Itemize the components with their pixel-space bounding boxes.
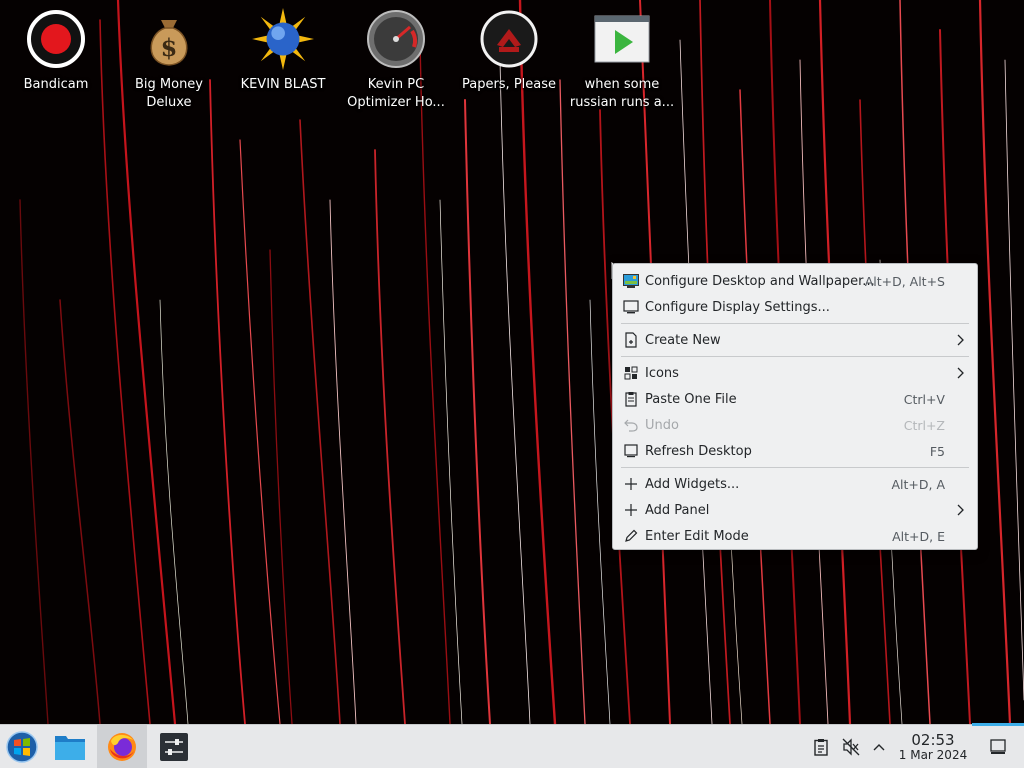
menu-item-icons[interactable]: Icons [613,360,977,386]
menu-item-shortcut: Ctrl+V [903,391,945,407]
chevron-right-icon [957,367,964,379]
money-bag-icon: $ [138,8,200,70]
menu-item-paste-one-file[interactable]: Paste One File Ctrl+V [613,386,977,412]
menu-item-add-widgets[interactable]: Add Widgets... Alt+D, A [613,471,977,497]
chevron-right-icon [957,504,964,516]
menu-separator [621,356,969,357]
pencil-icon [623,528,639,544]
desktop-icon-label: Kevin PC Optimizer Ho... [347,77,445,110]
tray-volume[interactable] [838,725,864,768]
show-desktop-button[interactable] [982,725,1014,768]
menu-item-shortcut: Alt+D, A [891,476,945,492]
menu-item-refresh-desktop[interactable]: Refresh Desktop F5 [613,438,977,464]
desktop-icon-kevin-blast[interactable]: KEVIN BLAST [227,8,339,94]
menu-item-label: Configure Display Settings... [645,299,830,315]
menu-item-shortcut: F5 [929,443,945,459]
desktop-icon-bandicam[interactable]: Bandicam [0,8,112,94]
desktop-icon-label: Big Money Deluxe [134,77,203,110]
menu-item-enter-edit-mode[interactable]: Enter Edit Mode Alt+D, E [613,523,977,549]
file-manager-icon [55,735,85,760]
menu-item-configure-desktop[interactable]: Configure Desktop and Wallpaper... Alt+D… [613,268,977,294]
menu-item-label: Refresh Desktop [645,443,752,459]
taskbar-mixer-settings[interactable] [152,725,196,768]
menu-item-shortcut: Alt+D, Alt+S [864,273,945,289]
taskbar-file-manager[interactable] [48,725,92,768]
menu-item-label: Icons [645,365,679,381]
display-icon [623,299,639,315]
mixer-settings-icon [160,732,188,761]
menu-item-shortcut: Ctrl+Z [903,417,945,433]
menu-item-label: Add Panel [645,502,710,518]
wallpaper-icon [623,273,639,289]
video-play-icon [591,8,653,70]
menu-item-configure-display[interactable]: Configure Display Settings... [613,294,977,320]
speedometer-icon [365,8,427,70]
menu-item-label: Add Widgets... [645,476,740,492]
show-desktop-icon [990,738,1006,754]
chevron-up-icon [873,743,885,750]
chevron-right-icon [957,334,964,346]
plus-icon [623,476,639,492]
desktop[interactable]: Bandicam $ Big Money Deluxe KEVIN BLAST … [0,0,1024,768]
taskbar: 02:53 1 Mar 2024 [0,723,1024,768]
desktop-icon-label: Papers, Please [461,77,557,92]
menu-separator [621,323,969,324]
taskbar-firefox[interactable] [97,725,147,768]
papers-please-emblem-icon [478,8,540,70]
clock-date[interactable]: 1 Mar 2024 [894,748,972,762]
start-menu-orb-icon [6,730,38,763]
menu-item-label: Paste One File [645,391,737,407]
menu-separator [621,467,969,468]
plus-icon [623,502,639,518]
desktop-icon-label: Bandicam [23,77,89,92]
clock-time[interactable]: 02:53 [900,731,966,749]
tray-expand[interactable] [866,725,892,768]
start-menu-button[interactable] [0,725,44,768]
menu-item-label: Undo [645,417,679,433]
firefox-icon [108,732,136,761]
volume-muted-icon [842,737,860,756]
bandicam-record-icon [25,8,87,70]
desktop-context-menu: Configure Desktop and Wallpaper... Alt+D… [612,263,978,550]
menu-item-label: Enter Edit Mode [645,528,749,544]
desktop-icon-kevin-pc-optimizer[interactable]: Kevin PC Optimizer Ho... [340,8,452,112]
menu-item-label: Create New [645,332,721,348]
desktop-icon-big-money-deluxe[interactable]: $ Big Money Deluxe [113,8,225,112]
desktop-icon-papers-please[interactable]: Papers, Please [453,8,565,94]
sun-globe-icon [252,8,314,70]
menu-item-label: Configure Desktop and Wallpaper... [645,273,875,289]
clipboard-icon [623,391,639,407]
undo-icon [623,417,639,433]
menu-item-create-new[interactable]: Create New [613,327,977,353]
menu-item-shortcut: Alt+D, E [892,528,945,544]
desktop-icon-video[interactable]: when some russian runs a... [566,8,678,112]
grid-icon [623,365,639,381]
menu-item-add-panel[interactable]: Add Panel [613,497,977,523]
clipboard-icon [814,738,828,756]
refresh-icon [623,443,639,459]
new-document-icon [623,332,639,348]
desktop-icon-label: KEVIN BLAST [240,77,326,92]
menu-item-undo[interactable]: Undo Ctrl+Z [613,412,977,438]
tray-clipboard[interactable] [808,725,834,768]
desktop-icon-label: when some russian runs a... [569,77,675,110]
svg-text:$: $ [161,33,178,62]
